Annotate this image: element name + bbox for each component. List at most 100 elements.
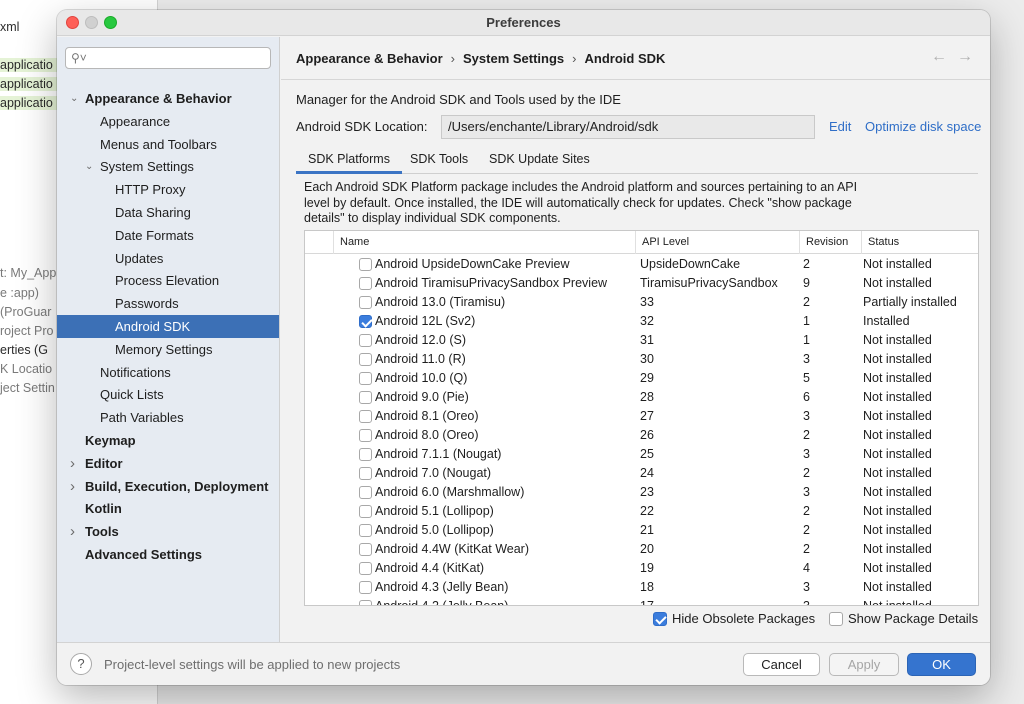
sidebar-item-updates[interactable]: Updates <box>115 247 163 270</box>
row-checkbox[interactable] <box>359 505 372 518</box>
table-row[interactable]: Android 10.0 (Q) 29 5 Not installed <box>305 369 978 388</box>
close-window-icon[interactable] <box>66 16 79 29</box>
cell-name: Android 10.0 (Q) <box>375 371 468 385</box>
breadcrumb-item[interactable]: Appearance & Behavior <box>296 51 443 66</box>
table-row[interactable]: Android 9.0 (Pie) 28 6 Not installed <box>305 388 978 407</box>
back-arrow-icon[interactable]: ← <box>931 48 947 66</box>
sidebar-item-process-elevation[interactable]: Process Elevation <box>115 269 219 292</box>
sidebar-item-passwords[interactable]: Passwords <box>115 292 179 315</box>
sidebar-item-kotlin[interactable]: Kotlin <box>85 497 122 520</box>
settings-search-input[interactable]: ⚲˅ <box>65 47 271 69</box>
sidebar-item-appearance-behavior[interactable]: Appearance & Behavior <box>85 87 232 110</box>
help-icon[interactable]: ? <box>70 653 92 675</box>
sidebar-item-quick-lists[interactable]: Quick Lists <box>100 383 164 406</box>
cancel-button[interactable]: Cancel <box>743 653 820 676</box>
minimize-window-icon[interactable] <box>85 16 98 29</box>
tab-sdk-tools[interactable]: SDK Tools <box>398 147 480 174</box>
table-row[interactable]: Android 5.1 (Lollipop) 22 2 Not installed <box>305 502 978 521</box>
table-row[interactable]: Android 11.0 (R) 30 3 Not installed <box>305 350 978 369</box>
sidebar-item-build-execution-deployment[interactable]: Build, Execution, Deployment <box>85 475 268 498</box>
row-checkbox[interactable] <box>359 448 372 461</box>
table-row[interactable]: Android 4.4 (KitKat) 19 4 Not installed <box>305 559 978 578</box>
sidebar-item-keymap[interactable]: Keymap <box>85 429 136 452</box>
row-checkbox[interactable] <box>359 429 372 442</box>
sidebar-item-android-sdk[interactable]: Android SDK <box>57 315 279 338</box>
sdk-location-field[interactable]: /Users/enchante/Library/Android/sdk <box>441 115 815 139</box>
sidebar-item-appearance[interactable]: Appearance <box>100 110 170 133</box>
cell-name: Android 8.0 (Oreo) <box>375 428 479 442</box>
table-row[interactable]: Android 6.0 (Marshmallow) 23 3 Not installe… <box>305 483 978 502</box>
tab-sdk-update-sites[interactable]: SDK Update Sites <box>477 147 602 174</box>
row-checkbox[interactable] <box>359 410 372 423</box>
show-package-details-option[interactable]: Show Package Details <box>829 611 978 626</box>
tab-sdk-platforms[interactable]: SDK Platforms <box>296 147 402 174</box>
row-checkbox[interactable] <box>359 486 372 499</box>
sidebar-item-system-settings[interactable]: System Settings <box>100 155 194 178</box>
table-row[interactable]: Android 8.0 (Oreo) 26 2 Not installed <box>305 426 978 445</box>
row-checkbox[interactable] <box>359 334 372 347</box>
hide-obsolete-checkbox[interactable] <box>653 612 667 626</box>
table-row[interactable]: Android 4.4W (KitKat Wear) 20 2 Not install… <box>305 540 978 559</box>
breadcrumb-item[interactable]: System Settings <box>463 51 564 66</box>
sidebar-item-memory-settings[interactable]: Memory Settings <box>115 338 213 361</box>
edit-link[interactable]: Edit <box>829 119 851 134</box>
row-checkbox[interactable] <box>359 581 372 594</box>
hide-obsolete-packages-option[interactable]: Hide Obsolete Packages <box>653 611 815 626</box>
cell-rev: 4 <box>803 561 810 575</box>
table-row[interactable]: Android 12.0 (S) 31 1 Not installed <box>305 331 978 350</box>
sidebar-item-editor[interactable]: Editor <box>85 452 123 475</box>
column-header-api-level[interactable]: API Level <box>635 231 799 254</box>
sidebar-item-path-variables[interactable]: Path Variables <box>100 406 184 429</box>
row-checkbox[interactable] <box>359 277 372 290</box>
row-checkbox[interactable] <box>359 258 372 271</box>
apply-button[interactable]: Apply <box>829 653 899 676</box>
maximize-window-icon[interactable] <box>104 16 117 29</box>
table-row[interactable]: Android TiramisuPrivacySandbox Preview Ti… <box>305 274 978 293</box>
row-checkbox[interactable] <box>359 315 372 328</box>
cell-rev: 2 <box>803 504 810 518</box>
table-row[interactable]: Android 13.0 (Tiramisu) 33 2 Partially inst… <box>305 293 978 312</box>
row-checkbox[interactable] <box>359 372 372 385</box>
table-row[interactable]: Android 5.0 (Lollipop) 21 2 Not installed <box>305 521 978 540</box>
table-row[interactable]: Android 8.1 (Oreo) 27 3 Not installed <box>305 407 978 426</box>
sidebar-item-data-sharing[interactable]: Data Sharing <box>115 201 191 224</box>
column-header-revision[interactable]: Revision <box>799 231 861 254</box>
cell-rev: 3 <box>803 409 810 423</box>
optimize-disk-space-link[interactable]: Optimize disk space <box>865 119 981 134</box>
chevron-down-icon[interactable]: ⌄ <box>85 155 93 178</box>
table-row[interactable]: Android 7.1.1 (Nougat) 25 3 Not installed <box>305 445 978 464</box>
cell-rev: 5 <box>803 371 810 385</box>
chevron-right-icon[interactable]: › <box>70 475 75 498</box>
sdk-location-label: Android SDK Location: <box>296 119 428 134</box>
row-checkbox[interactable] <box>359 562 372 575</box>
row-checkbox[interactable] <box>359 543 372 556</box>
row-checkbox[interactable] <box>359 391 372 404</box>
column-header-status[interactable]: Status <box>861 231 978 254</box>
sidebar-item-date-formats[interactable]: Date Formats <box>115 224 194 247</box>
sidebar-item-http-proxy[interactable]: HTTP Proxy <box>115 178 186 201</box>
sidebar-item-notifications[interactable]: Notifications <box>100 361 171 384</box>
chevron-right-icon[interactable]: › <box>70 520 75 543</box>
breadcrumb: Appearance & Behavior › System Settings › An… <box>296 51 665 66</box>
row-checkbox[interactable] <box>359 353 372 366</box>
chevron-right-icon[interactable]: › <box>70 452 75 475</box>
table-row[interactable]: Android 12L (Sv2) 32 1 Installed <box>305 312 978 331</box>
row-checkbox[interactable] <box>359 296 372 309</box>
chevron-down-icon[interactable]: ⌄ <box>70 87 78 110</box>
row-checkbox[interactable] <box>359 524 372 537</box>
sidebar-item-menus-and-toolbars[interactable]: Menus and Toolbars <box>100 133 217 156</box>
table-row[interactable]: Android UpsideDownCake Preview UpsideDown… <box>305 255 978 274</box>
sidebar-item-advanced-settings[interactable]: Advanced Settings <box>85 543 202 566</box>
table-row[interactable]: Android 4.2 (Jelly Bean) 17 3 Not installed <box>305 597 978 606</box>
cell-api: 23 <box>640 485 654 499</box>
column-header-name[interactable]: Name <box>333 231 635 254</box>
row-checkbox[interactable] <box>359 467 372 480</box>
cell-api: 17 <box>640 599 654 606</box>
forward-arrow-icon[interactable]: → <box>957 48 973 66</box>
ok-button[interactable]: OK <box>907 653 976 676</box>
sidebar-item-tools[interactable]: Tools <box>85 520 119 543</box>
row-checkbox[interactable] <box>359 600 372 605</box>
show-details-checkbox[interactable] <box>829 612 843 626</box>
table-row[interactable]: Android 4.3 (Jelly Bean) 18 3 Not installed <box>305 578 978 597</box>
table-row[interactable]: Android 7.0 (Nougat) 24 2 Not installed <box>305 464 978 483</box>
